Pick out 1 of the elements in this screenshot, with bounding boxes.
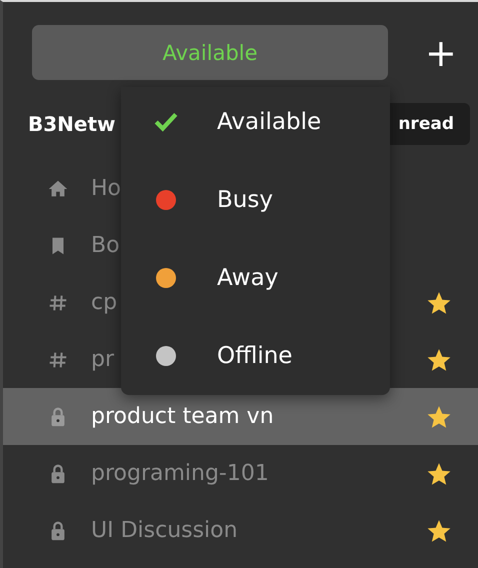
- workspace-name: B3Netw: [28, 112, 116, 136]
